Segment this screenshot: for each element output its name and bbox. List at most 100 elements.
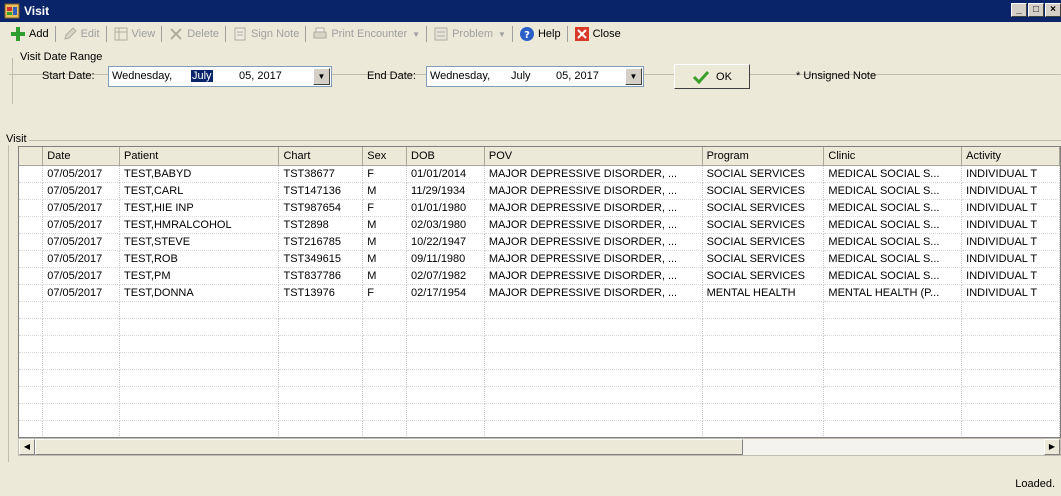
row-selector[interactable] (19, 165, 44, 183)
row-selector[interactable] (19, 284, 44, 302)
problem-icon (434, 27, 448, 41)
cell-patient: TEST,STEVE (119, 233, 280, 251)
toolbar: Add Edit View Delete Sign Note Print Enc… (0, 22, 1061, 46)
delete-button[interactable]: Delete (164, 24, 223, 44)
cell-sex: M (362, 233, 408, 251)
end-date-dropdown-button[interactable]: ▼ (625, 68, 642, 85)
empty-cell (278, 335, 364, 353)
row-selector[interactable] (19, 250, 44, 268)
row-selector[interactable] (19, 233, 44, 251)
date-range-frame-line (12, 58, 13, 104)
start-date-dropdown-button[interactable]: ▼ (313, 68, 330, 85)
add-button[interactable]: Add (6, 24, 53, 44)
empty-cell (362, 318, 408, 336)
end-date-month[interactable]: July (511, 70, 531, 82)
column-header-patient[interactable]: Patient (119, 147, 280, 166)
table-row[interactable]: 07/05/2017 TEST,STEVE TST216785 M 10/22/1947… (19, 233, 1060, 251)
view-button[interactable]: View (109, 24, 160, 44)
column-header-chart[interactable]: Chart (278, 147, 364, 166)
row-selector[interactable] (19, 182, 44, 200)
visit-group-frame-line (8, 140, 1061, 141)
scroll-thumb[interactable] (35, 439, 743, 455)
cell-sex: M (362, 216, 408, 234)
empty-cell (19, 386, 44, 404)
table-row[interactable]: 07/05/2017 TEST,HIE INP TST987654 F 01/01/19… (19, 199, 1060, 217)
sign-note-label: Sign Note (251, 28, 300, 40)
cell-pov: MAJOR DEPRESSIVE DISORDER, ... (484, 284, 703, 302)
cell-chart: TST147136 (278, 182, 364, 200)
cell-date: 07/05/2017 (42, 182, 121, 200)
toolbar-separator (161, 26, 163, 42)
cell-chart: TST13976 (278, 284, 364, 302)
visit-grid[interactable]: Date Patient Chart Sex DOB POV Program C… (18, 146, 1061, 438)
cell-patient: TEST,CARL (119, 182, 280, 200)
cell-dob: 02/17/1954 (406, 284, 485, 302)
toolbar-separator (225, 26, 226, 42)
start-date-month[interactable]: July (191, 70, 213, 82)
start-date-picker[interactable]: Wednesday, July 05, 2017 ▼ (108, 66, 332, 87)
column-header-program[interactable]: Program (702, 147, 825, 166)
cell-dob: 09/11/1980 (406, 250, 485, 268)
print-encounter-button[interactable]: Print Encounter ▼ (308, 24, 424, 44)
window-controls: _ □ × (1011, 3, 1061, 17)
cell-pov: MAJOR DEPRESSIVE DISORDER, ... (484, 165, 703, 183)
column-header-pov[interactable]: POV (484, 147, 703, 166)
scroll-right-arrow[interactable]: ▶ (1044, 439, 1060, 455)
empty-cell (19, 335, 44, 353)
row-selector[interactable] (19, 199, 44, 217)
empty-cell (406, 386, 485, 404)
sign-note-button[interactable]: Sign Note (228, 24, 303, 44)
row-selector[interactable] (19, 216, 44, 234)
cell-chart: TST349615 (278, 250, 364, 268)
scroll-left-arrow[interactable]: ◀ (19, 439, 35, 455)
empty-cell (42, 335, 121, 353)
empty-cell (119, 318, 280, 336)
column-header-clinic[interactable]: Clinic (823, 147, 963, 166)
empty-cell (42, 301, 121, 319)
cell-pov: MAJOR DEPRESSIVE DISORDER, ... (484, 250, 703, 268)
end-date-picker[interactable]: Wednesday, July 05, 2017 ▼ (426, 66, 644, 87)
cell-date: 07/05/2017 (42, 284, 121, 302)
close-window-button[interactable]: × (1045, 3, 1061, 17)
problem-button[interactable]: Problem ▼ (429, 24, 510, 44)
table-row[interactable]: 07/05/2017 TEST,HMRALCOHOL TST2898 M 02/03/1… (19, 216, 1060, 234)
cell-activity: INDIVIDUAL T (961, 165, 1060, 183)
table-row[interactable]: 07/05/2017 TEST,CARL TST147136 M 11/29/1934 M… (19, 182, 1060, 200)
empty-cell (278, 403, 364, 421)
help-label: Help (537, 28, 561, 40)
table-row[interactable]: 07/05/2017 TEST,DONNA TST13976 F 02/17/1954 M… (19, 284, 1060, 302)
ok-button[interactable]: OK (674, 64, 750, 89)
cell-dob: 01/01/2014 (406, 165, 485, 183)
column-header-sex[interactable]: Sex (362, 147, 408, 166)
cell-patient: TEST,HMRALCOHOL (119, 216, 280, 234)
cell-pov: MAJOR DEPRESSIVE DISORDER, ... (484, 267, 703, 285)
start-date-weekday: Wednesday, (112, 70, 173, 82)
cell-date: 07/05/2017 (42, 199, 121, 217)
cell-activity: INDIVIDUAL T (961, 233, 1060, 251)
empty-cell (702, 386, 825, 404)
empty-cell (19, 318, 44, 336)
unsigned-note-legend: * Unsigned Note (796, 70, 877, 82)
minimize-button[interactable]: _ (1011, 3, 1027, 17)
cell-clinic: MEDICAL SOCIAL S... (823, 250, 963, 268)
table-row[interactable]: 07/05/2017 TEST,ROB TST349615 M 09/11/1980 MA… (19, 250, 1060, 268)
column-header-activity[interactable]: Activity (961, 147, 1060, 166)
view-icon (114, 27, 128, 41)
table-row[interactable]: 07/05/2017 TEST,BABYD TST38677 F 01/01/2014 M… (19, 165, 1060, 183)
column-header-date[interactable]: Date (42, 147, 121, 166)
column-header-dob[interactable]: DOB (406, 147, 485, 166)
cell-program: SOCIAL SERVICES (702, 182, 825, 200)
empty-cell (823, 386, 963, 404)
edit-button[interactable]: Edit (58, 24, 104, 44)
add-icon (11, 27, 25, 41)
empty-cell (961, 318, 1060, 336)
close-icon (574, 27, 589, 41)
table-row[interactable]: 07/05/2017 TEST,PM TST837786 M 02/07/1982 MAJ… (19, 267, 1060, 285)
help-button[interactable]: ? Help (515, 24, 565, 44)
maximize-button[interactable]: □ (1028, 3, 1044, 17)
visit-table: Date Patient Chart Sex DOB POV Program C… (19, 147, 1060, 437)
empty-cell (362, 335, 408, 353)
row-selector[interactable] (19, 267, 44, 285)
horizontal-scrollbar[interactable]: ◀ ▶ (18, 438, 1061, 456)
close-button[interactable]: Close (570, 24, 625, 44)
